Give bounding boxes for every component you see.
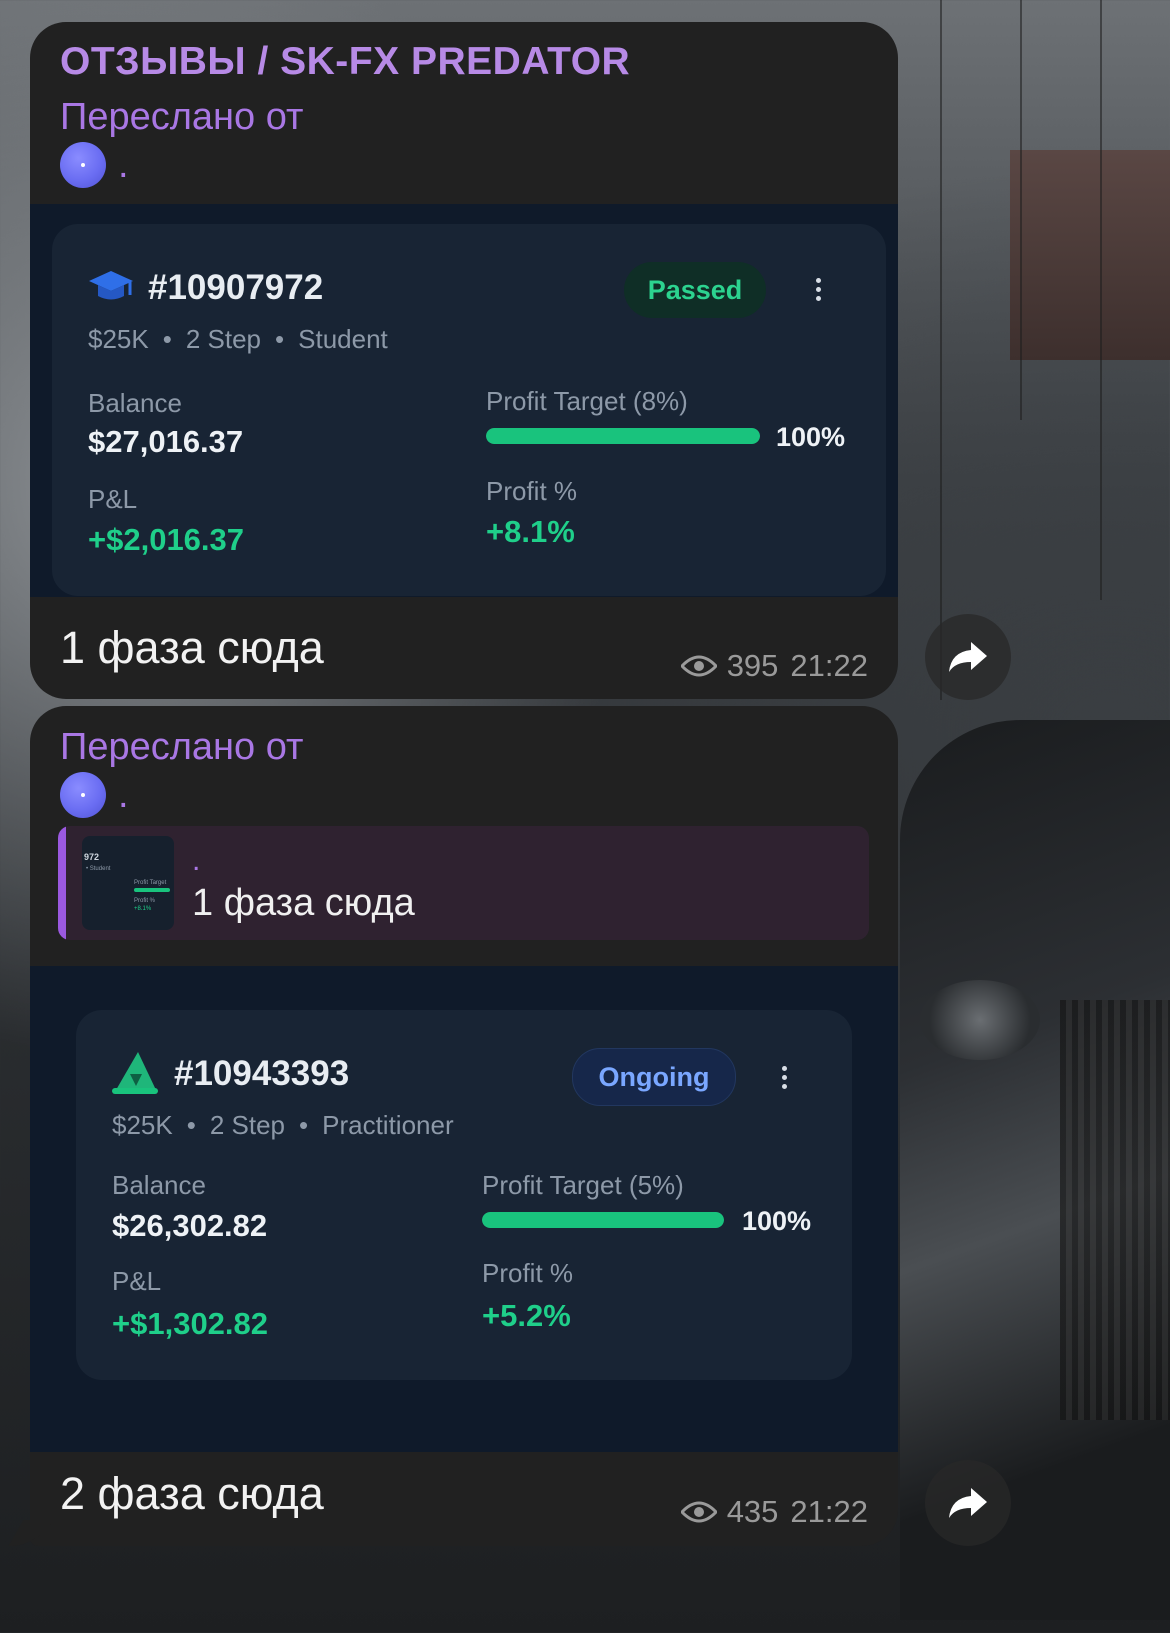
account-card: #10943393 Ongoing $25K • 2 Step • Practition…	[76, 1010, 852, 1380]
account-size: $25K	[88, 324, 149, 354]
views-eye-icon	[680, 655, 717, 677]
profit-percent-value: +5.2%	[482, 1298, 571, 1333]
forwarded-from-name[interactable]: .	[118, 146, 129, 184]
profit-percent-label: Profit %	[482, 1258, 574, 1288]
account-card: #10907972 Passed $25K • 2 Step • Student Bal…	[52, 224, 886, 596]
profit-target-percent: 100%	[776, 422, 846, 452]
reply-preview[interactable]: 972 • Student Profit Target Profit % +8.…	[58, 826, 869, 940]
pnl-value: +$2,016.37	[88, 522, 245, 557]
account-meta: $25K • 2 Step • Student	[88, 324, 388, 354]
screenshot-image[interactable]: #10943393 Ongoing $25K • 2 Step • Practition…	[30, 966, 898, 1452]
reply-author: .	[192, 844, 201, 877]
thumb-meta: • Student	[86, 866, 111, 872]
profit-target-label: Profit Target (5%)	[482, 1170, 684, 1200]
graduation-cap-icon	[89, 271, 133, 300]
share-arrow-icon	[949, 642, 987, 672]
balance-label: Balance	[88, 388, 182, 418]
profit-target-percent: 100%	[742, 1206, 812, 1236]
background-tree	[940, 0, 942, 700]
account-size: $25K	[112, 1110, 173, 1140]
background-car-headlight	[920, 980, 1040, 1060]
account-steps: 2 Step	[185, 324, 262, 354]
balance-value: $27,016.37	[88, 424, 244, 459]
reply-text: 1 фаза сюда	[192, 882, 415, 924]
message-bubble[interactable]: ОТЗЫВЫ / SK-FX PREDATOR Переслано от . #…	[30, 22, 898, 699]
reply-accent-bar	[58, 826, 66, 940]
views-count: 395	[726, 648, 779, 683]
pnl-label: P&L	[88, 484, 138, 514]
pnl-label: P&L	[112, 1266, 162, 1296]
background-tree	[1020, 0, 1022, 420]
share-button[interactable]	[925, 1460, 1011, 1546]
message-bubble[interactable]: Переслано от . 972 • Student Profit Targ…	[30, 706, 898, 1546]
forwarded-label: Переслано от	[60, 726, 304, 768]
views-count: 435	[726, 1494, 779, 1529]
balance-label: Balance	[112, 1170, 206, 1200]
share-button[interactable]	[925, 614, 1011, 700]
background-tree	[1100, 0, 1102, 600]
more-options-icon	[782, 1062, 790, 1093]
background-car-grille	[1060, 1000, 1170, 1420]
profit-percent-label: Profit %	[486, 476, 578, 506]
wizard-hat-icon	[112, 1052, 158, 1094]
avatar[interactable]	[60, 772, 106, 818]
message-text: 1 фаза сюда	[60, 622, 324, 673]
message-time: 21:22	[790, 1494, 868, 1529]
reply-thumbnail: 972 • Student Profit Target Profit % +8.…	[82, 836, 174, 930]
progress-fill	[482, 1212, 724, 1228]
message-text: 2 фаза сюда	[60, 1468, 324, 1519]
thumb-account-id: 972	[84, 852, 100, 862]
thumb-profit-label: Profit %	[134, 898, 156, 904]
status-badge: Ongoing	[572, 1048, 736, 1106]
forwarded-from-name[interactable]: .	[118, 776, 129, 814]
profit-percent-value: +8.1%	[486, 514, 575, 549]
thumb-progress	[134, 888, 170, 892]
views-eye-icon	[680, 1501, 717, 1523]
account-level: Practitioner	[322, 1110, 454, 1140]
avatar[interactable]	[60, 142, 106, 188]
balance-value: $26,302.82	[112, 1208, 268, 1243]
forwarded-from[interactable]: .	[60, 142, 129, 188]
status-badge: Passed	[624, 262, 766, 318]
profit-target-label: Profit Target (8%)	[486, 386, 688, 416]
forwarded-label: Переслано от	[60, 96, 304, 138]
profit-target-progress	[486, 428, 760, 444]
message-meta: 435 21:22	[680, 1494, 868, 1530]
pnl-value: +$1,302.82	[112, 1306, 269, 1341]
thumb-target-label: Profit Target	[134, 880, 167, 886]
progress-fill	[486, 428, 760, 444]
account-meta: $25K • 2 Step • Practitioner	[112, 1110, 454, 1140]
account-level: Student	[298, 324, 388, 354]
share-arrow-icon	[949, 1488, 987, 1518]
background-house	[1010, 150, 1170, 360]
thumb-profit-value: +8.1%	[134, 906, 152, 912]
forwarded-from[interactable]: .	[60, 772, 129, 818]
account-id: #10943393	[174, 1054, 350, 1093]
account-id: #10907972	[148, 268, 324, 307]
message-meta: 395 21:22	[680, 648, 868, 684]
screenshot-image[interactable]: #10907972 Passed $25K • 2 Step • Student Bal…	[30, 204, 898, 597]
profit-target-progress	[482, 1212, 724, 1228]
message-time: 21:22	[790, 648, 868, 683]
account-steps: 2 Step	[209, 1110, 286, 1140]
more-options-icon	[816, 274, 824, 305]
channel-title[interactable]: ОТЗЫВЫ / SK-FX PREDATOR	[60, 40, 630, 84]
